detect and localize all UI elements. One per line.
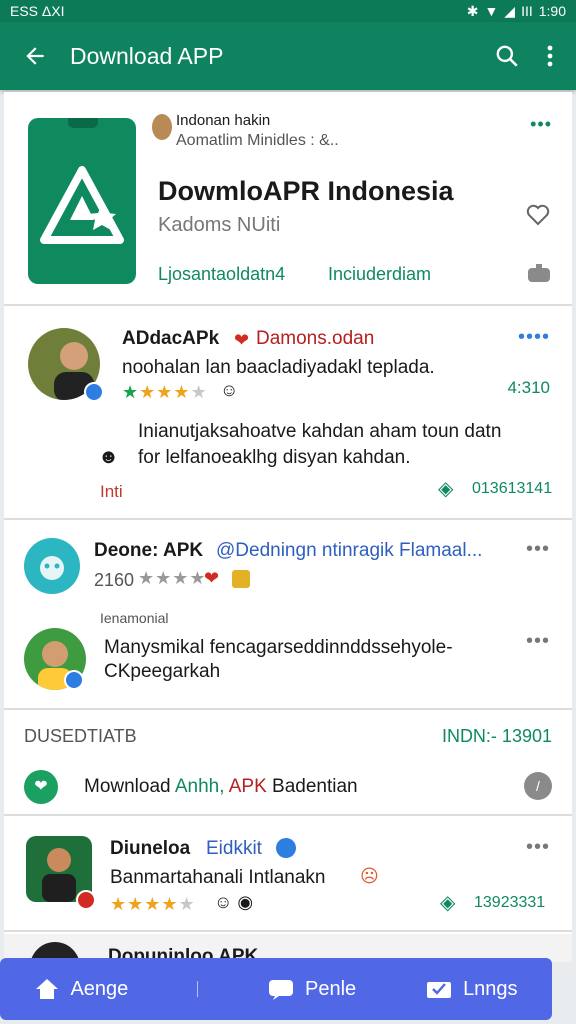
app-logo-icon xyxy=(40,166,124,244)
review-card: ADdacAPk ❤ Damons.odan •••• noohalan lan… xyxy=(4,306,572,520)
star-rating: ★★★★★ xyxy=(122,382,208,402)
reviewer-tag[interactable]: Eidkkit xyxy=(206,838,262,860)
layers-icon: ◈ xyxy=(440,892,456,914)
bookmark-icon xyxy=(232,570,250,588)
download-link-part: Mownload xyxy=(84,776,171,797)
reply-text-2: for lelfanoeaklhg disyan kahdan. xyxy=(138,447,411,468)
status-right: ✱ ▼ ◢ ΙΙΙ 1:90 xyxy=(467,3,566,20)
nav-divider xyxy=(197,981,199,997)
developer-avatar xyxy=(152,114,172,140)
review-card: Diuneloa Eidkkit ••• Banmartahanali Intl… xyxy=(4,816,572,932)
app-tag-link[interactable]: Ljosantaoldatn4 xyxy=(158,264,285,285)
nav-home[interactable]: Aenge xyxy=(34,977,128,1001)
reviewer-name[interactable]: Deone: APK xyxy=(94,540,203,562)
back-button[interactable] xyxy=(0,43,70,69)
nav-people-label: Penle xyxy=(305,977,357,1000)
robot-icon xyxy=(40,556,64,580)
review-text: Banmartahanali Intlanakn xyxy=(110,867,326,888)
heart-badge-icon: ❤ xyxy=(234,330,250,350)
app-bar: Download APP xyxy=(0,22,576,90)
info-icon[interactable]: / xyxy=(524,772,552,800)
download-link[interactable]: Mownload Anhh, APK Badentian xyxy=(84,776,358,798)
page-title: Download APP xyxy=(70,42,224,69)
verified-icon xyxy=(276,838,296,858)
developer-subtitle: Aomatlim Minidles : &.. xyxy=(176,132,339,149)
verified-icon xyxy=(64,670,84,690)
download-link-part: Anhh, xyxy=(174,776,225,797)
reviewer-handle[interactable]: Damons.odan xyxy=(256,328,374,350)
reply-text-1: Inianutjaksahoatve kahdan aham toun datn xyxy=(138,421,502,442)
check-box-icon xyxy=(427,982,452,998)
emoji-icon: ☹ xyxy=(360,866,379,886)
rating-text: 2160 xyxy=(94,570,135,590)
status-time: 1:90 xyxy=(538,3,566,19)
more-vert-icon[interactable] xyxy=(546,44,554,68)
verified-icon xyxy=(76,890,96,910)
app-icon xyxy=(28,118,136,284)
reviewer-handle[interactable]: @Dedningn ntinragik Flamaal... xyxy=(216,540,482,562)
download-link-part: Badentian xyxy=(272,776,358,797)
bluetooth-icon: ✱ xyxy=(466,2,479,19)
nav-people[interactable]: Penle xyxy=(267,978,356,1001)
layers-icon: ◈ xyxy=(438,478,454,500)
review-count: 4:310 xyxy=(507,378,550,397)
favorite-button[interactable] xyxy=(526,204,550,231)
heart-icon: ❤ xyxy=(204,568,220,588)
app-category-link[interactable]: Inciuderdiam xyxy=(328,264,431,285)
emoji-icon: ☺ ◉ xyxy=(214,892,254,912)
toolbox-icon xyxy=(528,264,550,282)
review-count: 13923331 xyxy=(474,894,546,911)
more-options-icon[interactable]: ••• xyxy=(526,630,550,653)
review-card: Deone: APK @Dedningn ntinragik Flamaal..… xyxy=(4,520,572,710)
star-rating: ★★★★ xyxy=(138,568,207,588)
subhead: Ienamonial xyxy=(100,610,169,626)
app-subtitle: Kadoms NUiti xyxy=(158,214,281,236)
section-label: DUSEDTIATB xyxy=(24,726,137,746)
review-text: CKpeegarkah xyxy=(104,661,221,682)
app-title: DowmloAPR Indonesia xyxy=(158,176,454,206)
signal-icon: ◢ xyxy=(504,2,516,19)
reviewer-avatar xyxy=(24,538,80,594)
heart-circle-icon: ❤ xyxy=(24,770,58,804)
reviewer-name[interactable]: Diuneloa xyxy=(110,838,190,860)
nav-home-label: Aenge xyxy=(70,977,129,1000)
emoji-icon: ☺ xyxy=(220,380,239,400)
share-button[interactable] xyxy=(526,262,552,289)
heart-icon xyxy=(526,204,550,226)
verified-icon xyxy=(84,382,104,402)
section-right: INDN:- 13901 xyxy=(441,726,552,746)
more-options-icon[interactable]: ••• xyxy=(526,836,550,859)
more-options-icon[interactable]: •••• xyxy=(518,326,550,349)
reply-avatar-icon: ☻ xyxy=(98,446,120,468)
status-bar: ESS ΔXI ✱ ▼ ◢ ΙΙΙ 1:90 xyxy=(0,0,576,22)
status-left: ESS ΔXI xyxy=(10,3,65,19)
battery-text: ΙΙΙ xyxy=(521,3,533,19)
review-text: Manysmikal fencagarseddinnddssehyole- xyxy=(104,637,453,658)
app-hero-card: Indonan hakin Aomatlim Minidles : &.. ••… xyxy=(4,92,572,306)
more-options-icon[interactable]: ••• xyxy=(526,538,550,561)
developer-name[interactable]: Indonan hakin xyxy=(176,112,270,129)
chat-icon xyxy=(269,980,294,1000)
content-area: Indonan hakin Aomatlim Minidles : &.. ••… xyxy=(4,92,572,962)
download-link-part: APK xyxy=(228,776,267,797)
nav-settings-label: Lnngs xyxy=(463,977,518,1000)
app-icon-notch xyxy=(68,118,98,128)
search-icon[interactable] xyxy=(494,43,520,69)
more-options-icon[interactable]: ••• xyxy=(530,114,552,135)
download-section: DUSEDTIATB INDN:- 13901 ❤ Mownload Anhh,… xyxy=(4,710,572,816)
arrow-left-icon xyxy=(26,47,44,65)
reviewer-name[interactable]: ADdacAPk xyxy=(122,328,219,350)
star-rating: ★★★★★ xyxy=(110,894,196,914)
nav-settings[interactable]: Lnngs xyxy=(425,978,518,1001)
reply-label[interactable]: Inti xyxy=(100,482,123,502)
home-icon xyxy=(36,979,59,999)
bottom-navigation: Aenge Penle Lnngs xyxy=(0,958,552,1020)
reply-count: 013613141 xyxy=(472,480,553,497)
wifi-icon: ▼ xyxy=(484,3,499,19)
review-text: noohalan lan baacladiyadakl teplada. xyxy=(122,357,435,378)
